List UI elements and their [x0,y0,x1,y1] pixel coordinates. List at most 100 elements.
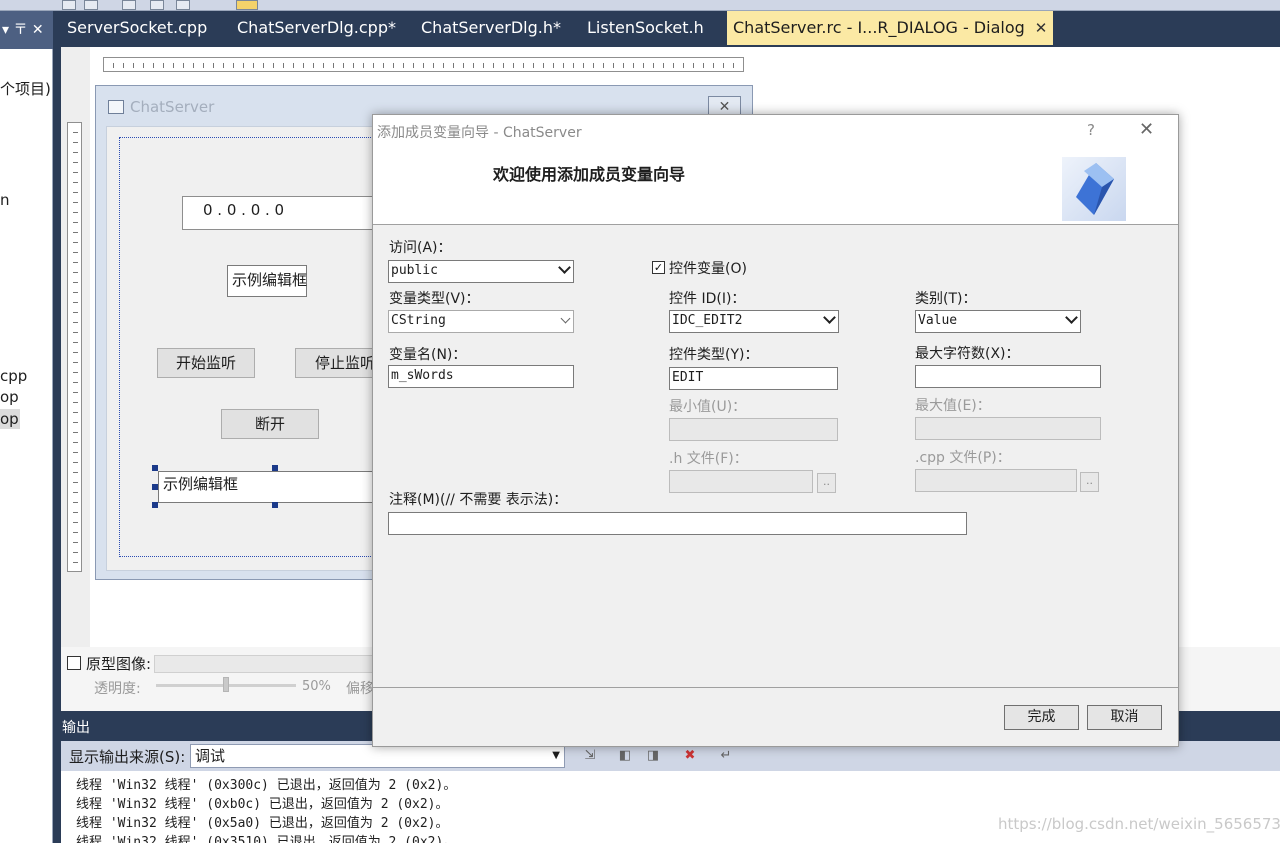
finish-button[interactable]: 完成 [1004,705,1079,730]
solution-item[interactable]: 个项目) [0,79,51,99]
opacity-value: 50% [302,679,331,694]
category-value: Value [918,313,958,328]
output-line: 线程 'Win32 线程' (0x300c) 已退出，返回值为 2 (0x2)。 [76,778,457,793]
control-id-value: IDC_EDIT2 [672,313,743,328]
max-chars-label: 最大字符数(X)： [915,346,1020,362]
dialog-app-icon [108,100,124,114]
stop-listen-button[interactable]: 停止监听 [295,348,375,378]
panel-controls[interactable]: ▾ 〒 ✕ [2,21,44,39]
disconnect-button[interactable]: 断开 [221,409,319,439]
toolbar-icon[interactable] [84,0,98,10]
tab-chatserverdlg-h[interactable]: ChatServerDlg.h* [407,11,575,45]
opacity-slider-thumb[interactable] [223,677,229,692]
control-type-label: 控件类型(Y)： [669,347,759,363]
comment-input[interactable] [388,512,967,535]
offset-label: 偏移 [346,681,374,697]
output-line: 线程 'Win32 线程' (0x3510) 已退出，返回值为 2 (0x2)。 [76,835,457,843]
chevron-down-icon [823,311,836,324]
tab-serversocket-cpp[interactable]: ServerSocket.cpp [53,11,221,45]
output-line: 线程 'Win32 线程' (0x5a0) 已退出，返回值为 2 (0x2)。 [76,816,449,831]
solution-item[interactable]: n [0,190,10,210]
selected-edit-box[interactable]: 示例编辑框 [158,471,374,503]
control-type-input[interactable]: EDIT [669,367,838,390]
access-value: public [391,263,438,278]
prototype-path-field[interactable] [154,655,374,673]
footer-divider [373,687,1178,688]
solution-explorer: ▾ 〒 ✕ 个项目) n cpp op op [0,11,53,843]
output-source-value: 调试 [195,747,226,765]
ip-address-control[interactable]: 0 . 0 . 0 . 0 [182,196,382,230]
horizontal-ruler[interactable] [103,57,744,72]
prototype-image-checkbox[interactable] [67,656,81,670]
close-icon[interactable]: ✕ [1139,119,1154,140]
access-select[interactable]: public [388,260,574,283]
previous-message-icon[interactable]: ◧ [615,746,635,766]
cpp-file-browse-button: .. [1080,472,1099,492]
toolbar-icon[interactable] [122,0,136,10]
tab-chatserverdlg-cpp[interactable]: ChatServerDlg.cpp* [223,11,410,45]
add-member-variable-wizard: 添加成员变量向导 - ChatServer ? ✕ 欢迎使用添加成员变量向导 访… [372,114,1179,747]
control-variable-checkbox[interactable]: ✓ [652,261,665,274]
toolbar-icon[interactable] [150,0,164,10]
variable-type-combo[interactable]: CString [388,310,574,333]
vertical-ruler[interactable] [67,122,82,572]
prototype-image-label: 原型图像: [86,655,152,673]
tab-chatserver-rc-dialog[interactable]: ChatServer.rc - I...R_DIALOG - Dialog ✕ [727,11,1054,45]
opacity-label: 透明度: [94,681,141,697]
wizard-banner: 欢迎使用添加成员变量向导 [373,147,1178,225]
chevron-down-icon: ▼ [552,750,560,761]
toolbar-icon[interactable] [236,0,258,10]
control-variable-label[interactable]: 控件变量(O) [669,258,747,278]
output-source-select[interactable]: 调试 ▼ [190,744,565,768]
category-label: 类别(T)： [915,291,977,307]
wizard-cube-icon [1062,157,1126,221]
resize-handle[interactable] [272,502,278,508]
comment-label: 注释(M)(// 不需要 表示法)： [389,492,568,508]
resize-handle[interactable] [152,502,158,508]
goto-location-icon[interactable]: ⇲ [580,746,600,766]
ide-top-toolbar [0,0,1280,11]
clear-all-icon[interactable]: ✖ [680,746,700,766]
tab-label: ChatServerDlg.cpp* [237,18,396,37]
resize-handle[interactable] [272,465,278,471]
min-value-input [669,418,838,441]
toolbar-icon[interactable] [62,0,76,10]
control-id-select[interactable]: IDC_EDIT2 [669,310,839,333]
max-chars-input[interactable] [915,365,1101,388]
watermark: https://blog.csdn.net/weixin_56565733 [998,815,1280,833]
h-file-browse-button: .. [817,473,836,493]
resize-handle[interactable] [152,465,158,471]
max-value-label: 最大值(E)： [915,398,991,414]
cancel-button[interactable]: 取消 [1087,705,1162,730]
output-source-label: 显示输出来源(S): [69,748,186,766]
cpp-file-input [915,469,1077,492]
output-line: 线程 'Win32 线程' (0xb0c) 已退出，返回值为 2 (0x2)。 [76,797,449,812]
category-select[interactable]: Value [915,310,1081,333]
min-value-label: 最小值(U)： [669,399,747,415]
close-icon[interactable]: ✕ [1035,19,1048,37]
variable-name-label: 变量名(N)： [389,347,467,363]
tab-listensocket-h[interactable]: ListenSocket.h [573,11,718,45]
solution-item[interactable]: op [0,387,19,407]
wizard-titlebar: 添加成员变量向导 - ChatServer ? ✕ [373,115,1178,147]
start-listen-button[interactable]: 开始监听 [157,348,255,378]
variable-name-input[interactable]: m_sWords [388,365,574,388]
chevron-down-icon [560,313,571,324]
solution-item[interactable]: cpp [0,366,27,386]
sample-edit-box[interactable]: 示例编辑框 [227,265,307,297]
tab-label: ChatServer.rc - I...R_DIALOG - Dialog [733,18,1025,37]
help-icon[interactable]: ? [1087,121,1095,139]
solution-item-selected[interactable]: op [0,409,20,429]
access-label: 访问(A)： [389,240,452,256]
word-wrap-icon[interactable]: ↵ [716,746,736,766]
toolbar-icon[interactable] [176,0,190,10]
tab-label: ListenSocket.h [587,18,704,37]
control-id-label: 控件 ID(I)： [669,291,746,307]
resize-handle[interactable] [152,484,158,490]
next-message-icon[interactable]: ◨ [643,746,663,766]
wizard-heading: 欢迎使用添加成员变量向导 [493,165,686,184]
chevron-down-icon [1065,311,1078,324]
solution-explorer-header: ▾ 〒 ✕ [0,11,53,49]
design-dialog-title: ChatServer [130,98,215,116]
variable-type-value: CString [391,313,446,328]
